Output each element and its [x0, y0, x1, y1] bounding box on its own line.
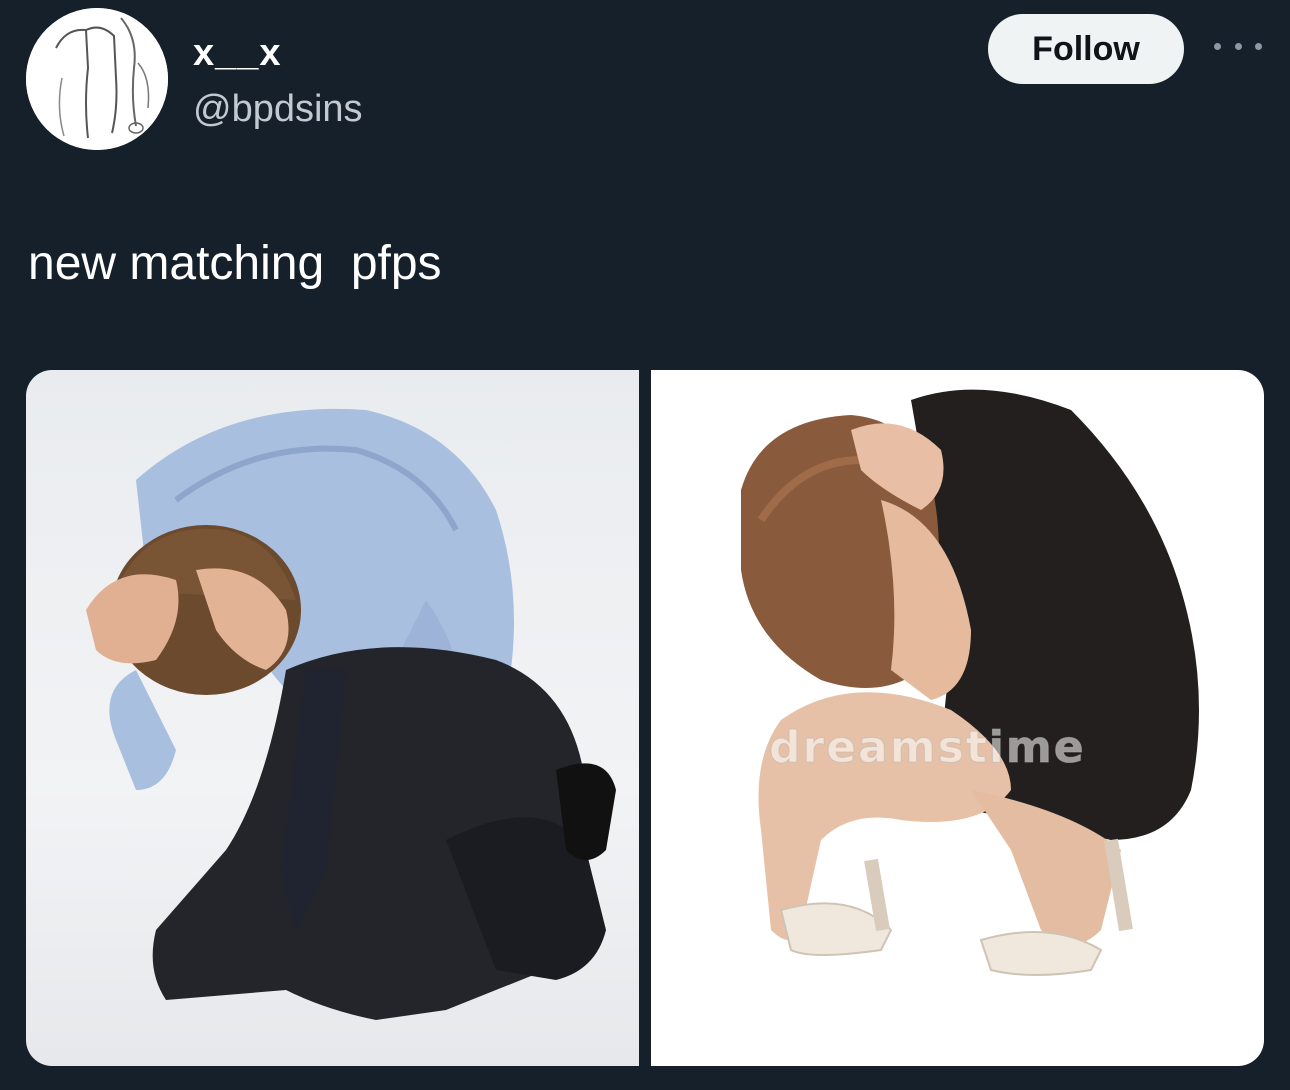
media-photo-right[interactable]: dreamstime	[651, 370, 1264, 1066]
display-name[interactable]: x__x	[193, 32, 282, 75]
more-horizontal-icon[interactable]	[1214, 36, 1262, 56]
more-dot	[1234, 42, 1242, 50]
kneeling-man-image	[86, 408, 616, 1020]
stock-watermark: dreamstime	[769, 722, 1086, 774]
tweet-media[interactable]: dreamstime	[26, 370, 1264, 1066]
more-dot	[1214, 42, 1221, 50]
media-photo-left[interactable]	[26, 370, 639, 1066]
user-handle[interactable]: @bpdsins	[193, 88, 363, 131]
tweet-text: new matching pfps	[28, 237, 442, 290]
avatar[interactable]	[26, 8, 168, 150]
crouching-woman-image	[741, 389, 1199, 976]
follow-button[interactable]: Follow	[988, 14, 1184, 84]
avatar-sketch-image	[26, 8, 168, 150]
more-dot	[1255, 42, 1262, 50]
